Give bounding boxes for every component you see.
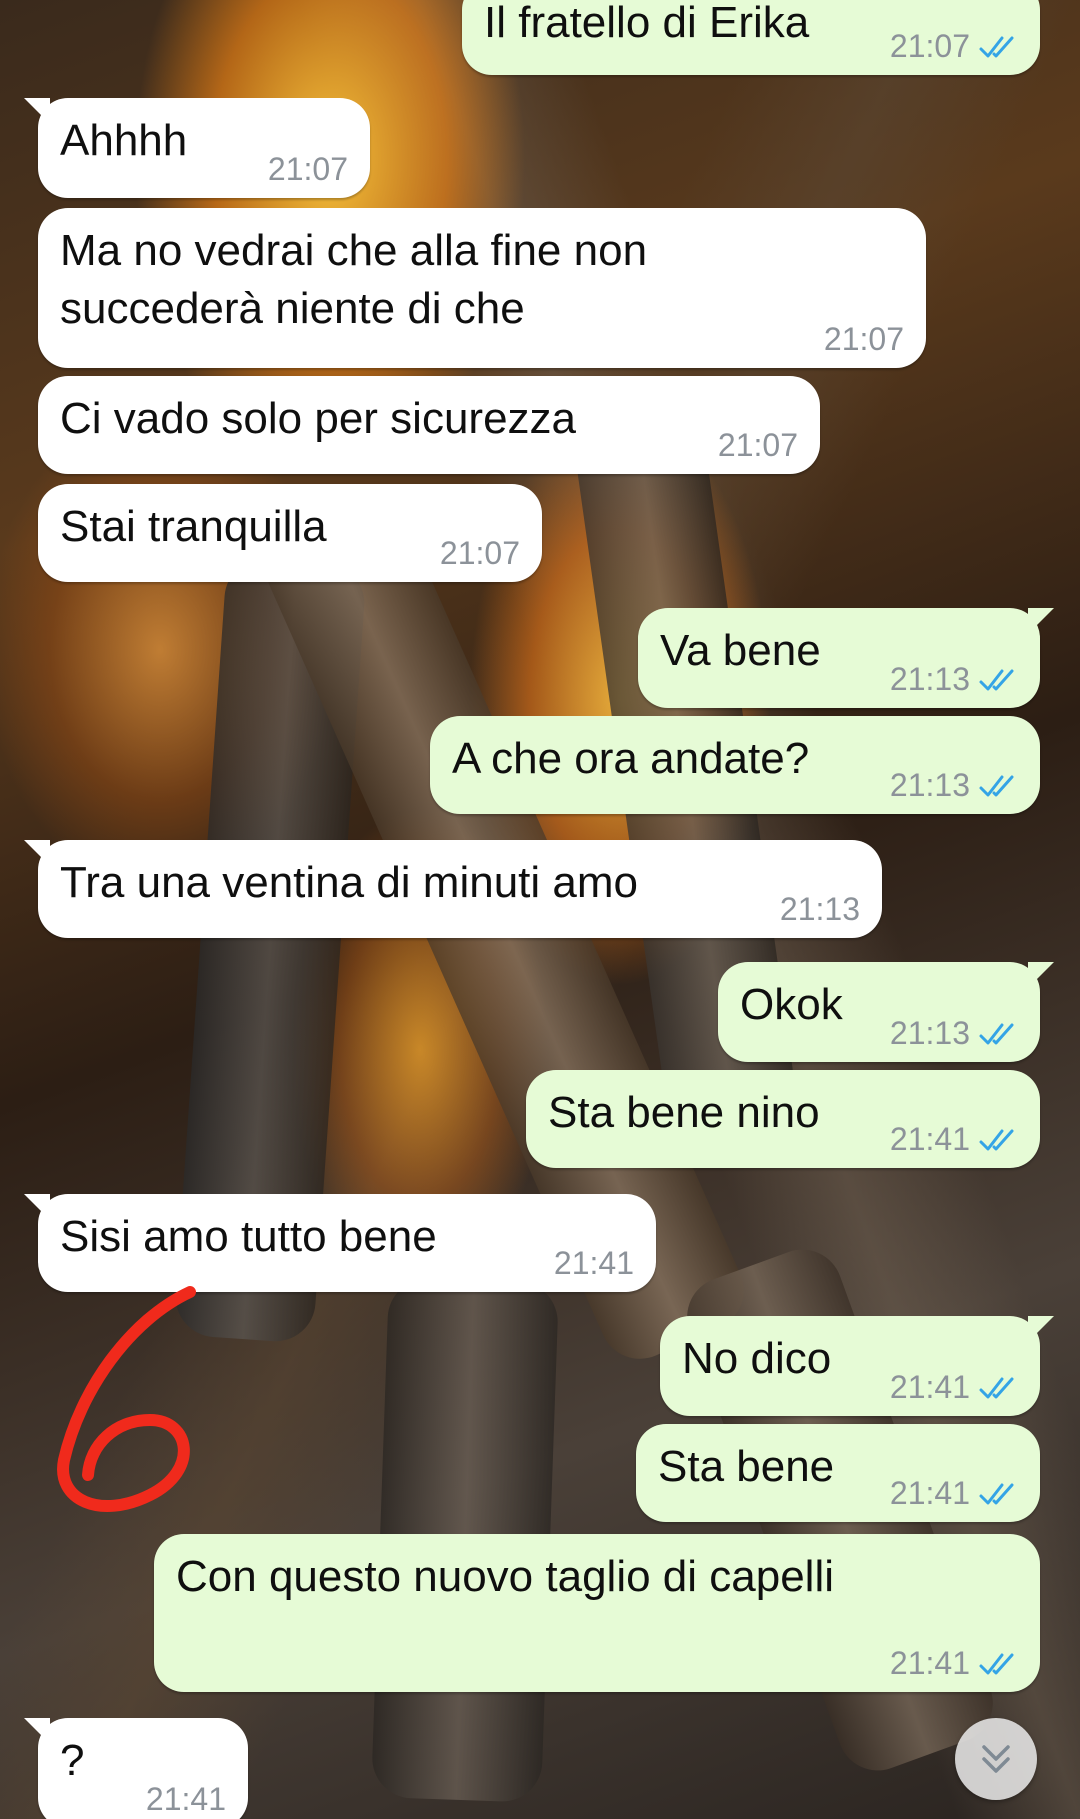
bubble-tail: [24, 1718, 50, 1744]
bubble-tail: [24, 1194, 50, 1220]
message-timestamp: 21:13: [889, 661, 970, 697]
message-meta: 21:07: [890, 28, 1018, 65]
double-check-icon: [979, 1023, 1014, 1044]
message-timestamp: 21:07: [439, 535, 520, 571]
message-timestamp: 21:07: [823, 321, 904, 357]
bubble-tail: [24, 98, 50, 124]
message-timestamp: 21:07: [267, 151, 348, 187]
double-check-icon: [979, 1653, 1014, 1674]
outgoing-message-bubble[interactable]: Il fratello di Erika 21:07: [462, 0, 1040, 75]
double-check-icon: [979, 1377, 1014, 1398]
double-check-icon: [979, 36, 1014, 57]
message-timestamp: 21:13: [889, 1015, 970, 1051]
message-timestamp: 21:41: [145, 1781, 226, 1817]
message-timestamp: 21:07: [889, 28, 970, 64]
incoming-message-bubble[interactable]: Ahhhh 21:07: [24, 98, 370, 198]
outgoing-message-bubble[interactable]: Sta bene nino 21:41: [526, 1070, 1040, 1168]
message-meta: 21:41: [890, 1121, 1018, 1158]
incoming-message-bubble[interactable]: Stai tranquilla 21:07: [38, 484, 542, 582]
message-timestamp: 21:07: [717, 427, 798, 463]
outgoing-message-bubble[interactable]: Okok 21:13: [718, 962, 1054, 1062]
incoming-message-bubble[interactable]: Ma no vedrai che alla fine non succederà…: [38, 208, 926, 368]
message-timestamp: 21:13: [889, 767, 970, 803]
annotation-stroke: [57, 1286, 196, 1513]
message-timestamp: 21:41: [553, 1245, 634, 1281]
message-text: Con questo nuovo taglio di capelli: [176, 1552, 835, 1601]
message-meta: 21:13: [780, 891, 860, 928]
message-meta: 21:07: [440, 535, 520, 572]
message-meta: 21:41: [554, 1245, 634, 1282]
incoming-message-bubble[interactable]: Tra una ventina di minuti amo 21:13: [24, 840, 882, 938]
bubble-tail: [1028, 962, 1054, 988]
outgoing-message-bubble[interactable]: A che ora andate? 21:13: [430, 716, 1040, 814]
outgoing-message-bubble[interactable]: Con questo nuovo taglio di capelli 21:41: [154, 1534, 1040, 1692]
message-meta: 21:13: [890, 661, 1018, 698]
bubble-tail: [1028, 608, 1054, 634]
message-timestamp: 21:41: [889, 1645, 970, 1681]
double-check-icon: [979, 669, 1014, 690]
message-meta: 21:41: [146, 1781, 226, 1818]
double-check-icon: [979, 775, 1014, 796]
message-timestamp: 21:41: [889, 1369, 970, 1405]
outgoing-message-bubble[interactable]: No dico 21:41: [660, 1316, 1054, 1416]
message-meta: 21:07: [824, 321, 904, 358]
incoming-message-bubble[interactable]: Sisi amo tutto bene 21:41: [24, 1194, 656, 1292]
message-text: Sisi amo tutto bene: [60, 1212, 437, 1261]
double-chevron-down-icon: [982, 1745, 1010, 1773]
message-meta: 21:07: [718, 427, 798, 464]
bubble-tail: [1028, 1316, 1054, 1342]
outgoing-message-bubble[interactable]: Va bene 21:13: [638, 608, 1054, 708]
message-meta: 21:13: [890, 1015, 1018, 1052]
message-meta: 21:41: [890, 1645, 1018, 1682]
message-timestamp: 21:41: [889, 1475, 970, 1511]
incoming-message-bubble[interactable]: ? 21:41: [24, 1718, 248, 1819]
message-meta: 21:41: [890, 1475, 1018, 1512]
message-meta: 21:41: [890, 1369, 1018, 1406]
message-timestamp: 21:13: [779, 891, 860, 927]
message-timestamp: 21:41: [889, 1121, 970, 1157]
scroll-to-bottom-button[interactable]: [955, 1718, 1037, 1800]
outgoing-message-bubble[interactable]: Sta bene 21:41: [636, 1424, 1040, 1522]
incoming-message-bubble[interactable]: Ci vado solo per sicurezza 21:07: [38, 376, 820, 474]
double-check-icon: [979, 1129, 1014, 1150]
message-text: Ma no vedrai che alla fine non succederà…: [60, 226, 648, 333]
message-text: Tra una ventina di minuti amo: [60, 858, 638, 907]
bubble-tail: [24, 840, 50, 866]
message-meta: 21:07: [268, 151, 348, 188]
double-check-icon: [979, 1483, 1014, 1504]
message-text: Ci vado solo per sicurezza: [60, 394, 577, 443]
red-handwritten-annotation: [57, 1286, 196, 1513]
message-meta: 21:13: [890, 767, 1018, 804]
